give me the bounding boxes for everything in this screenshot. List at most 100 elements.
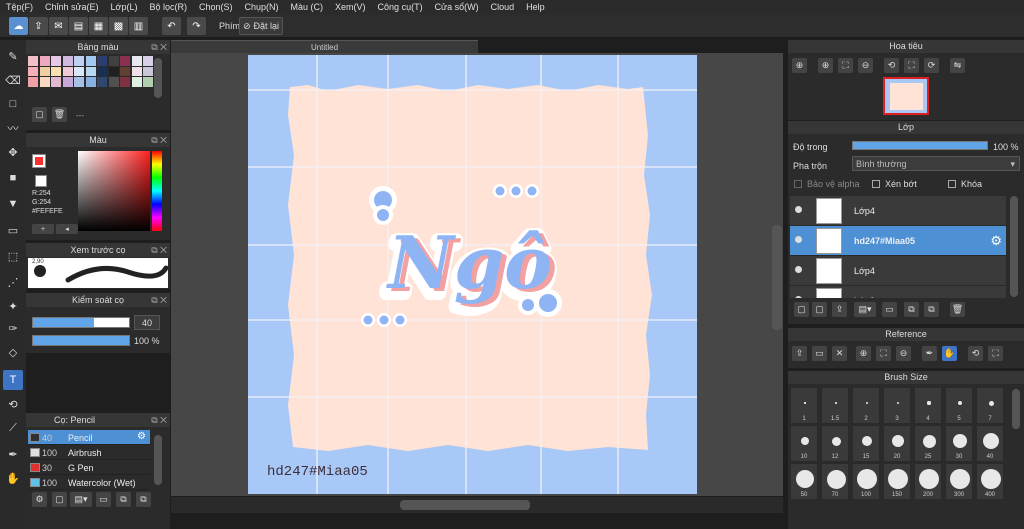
palette-swatch[interactable] — [143, 56, 153, 66]
saturation-picker[interactable] — [78, 151, 150, 231]
palette-swatch[interactable] — [143, 66, 153, 76]
new-layer-icon[interactable]: ▢ — [794, 302, 809, 317]
window-close-icon[interactable]: ⧉ ✕ — [151, 413, 167, 427]
palette-swatch[interactable] — [28, 66, 38, 76]
export-icon[interactable]: ⇪ — [29, 17, 48, 35]
comment-icon[interactable]: ▤ — [69, 17, 88, 35]
palette-swatch[interactable] — [62, 56, 73, 66]
brush-size-cell[interactable]: 2 — [852, 387, 880, 424]
palette-swatch[interactable] — [108, 77, 119, 87]
delete-palette-icon[interactable]: 🗑 — [52, 107, 67, 122]
select-pen-icon[interactable]: ⋰ — [3, 272, 23, 292]
reference-close-icon[interactable]: ✕ — [832, 346, 847, 361]
eye-icon[interactable] — [795, 266, 802, 273]
reference-open-icon[interactable]: ▭ — [812, 346, 827, 361]
gear-icon[interactable]: ⚙ — [990, 233, 1002, 249]
hue-slider[interactable] — [152, 151, 162, 231]
palette-swatch[interactable] — [85, 66, 96, 76]
brush-size-cell[interactable]: 20 — [883, 425, 911, 462]
palette-swatch[interactable] — [28, 77, 38, 87]
move-tool-icon[interactable]: ✥ — [3, 142, 23, 162]
brush-list-item[interactable]: 100 Airbrush — [28, 445, 150, 460]
zoom-fit-icon[interactable]: ⊕ — [792, 58, 807, 73]
layer-row[interactable]: Lớp4 — [790, 196, 1006, 226]
brush-size-scrollbar[interactable] — [1012, 389, 1020, 429]
window-close-icon[interactable]: ⧉ ✕ — [151, 293, 167, 307]
menu-item[interactable]: Help — [520, 2, 551, 12]
copy-icon[interactable]: ⧉ — [136, 492, 151, 507]
brush-size-cell[interactable]: 25 — [914, 425, 942, 462]
brush-list-scrollbar[interactable] — [154, 435, 162, 485]
menu-item[interactable]: Cloud — [485, 2, 521, 12]
magic-wand-icon[interactable]: ✦ — [3, 296, 23, 316]
palette-swatch[interactable] — [120, 66, 130, 76]
reference-eyedropper-icon[interactable]: ✒ — [922, 346, 937, 361]
brush-list-item[interactable]: 40 Pencil ⚙ — [28, 430, 150, 445]
palette-swatch[interactable] — [62, 66, 73, 76]
reference-zoom-out-icon[interactable]: ⊖ — [896, 346, 911, 361]
eye-icon[interactable] — [795, 236, 802, 243]
layer-import-icon[interactable]: ⇪ — [832, 302, 847, 317]
menu-item[interactable]: Chỉnh sửa(E) — [39, 2, 105, 12]
menu-item[interactable]: Lớp(L) — [105, 2, 144, 12]
palette-swatch[interactable] — [51, 56, 61, 66]
hand-tool-icon[interactable]: ✋ — [3, 468, 23, 488]
reset-view-icon[interactable]: ⛶ — [904, 58, 919, 73]
palette-swatch[interactable] — [131, 66, 142, 76]
transform-tool-icon[interactable]: ⟲ — [3, 394, 23, 414]
shape-tool-icon[interactable]: ■ — [3, 168, 23, 188]
lock-checkbox[interactable] — [948, 180, 956, 188]
palette-swatch[interactable] — [39, 56, 50, 66]
window-close-icon[interactable]: ⧉ ✕ — [151, 40, 167, 54]
background-color[interactable] — [35, 175, 47, 187]
palette-swatch[interactable] — [97, 66, 107, 76]
brush-size-cell[interactable]: 15 — [852, 425, 880, 462]
brush-size-cell[interactable]: 10 — [790, 425, 818, 462]
brush-size-cell[interactable]: 200 — [914, 463, 942, 500]
brush-size-cell[interactable]: 7 — [976, 387, 1004, 424]
brush-opacity-slider[interactable] — [32, 335, 130, 346]
layers-icon[interactable]: ▥ — [129, 17, 148, 35]
menu-item[interactable]: Bộ lọc(R) — [143, 2, 193, 12]
layer-row[interactable]: hd247#Miaa05 ⚙ — [790, 226, 1006, 256]
menu-item[interactable]: Xem(V) — [329, 2, 372, 12]
select-eraser-icon[interactable]: ◇ — [3, 342, 23, 362]
brush-size-cell[interactable]: 50 — [790, 463, 818, 500]
brush-size-cell[interactable]: 100 — [852, 463, 880, 500]
palette-swatch[interactable] — [120, 56, 130, 66]
palette-swatch[interactable] — [28, 56, 38, 66]
delete-layer-icon[interactable]: 🗑 — [950, 302, 965, 317]
snap-icon[interactable]: ▩ — [109, 17, 128, 35]
text-tool-icon[interactable]: T — [3, 370, 23, 390]
palette-swatch[interactable] — [39, 66, 50, 76]
reset-button[interactable]: ⊘ Đặt lại — [239, 17, 283, 35]
eyedropper-icon[interactable]: ✒ — [3, 444, 23, 464]
eye-icon[interactable] — [795, 296, 802, 298]
palette-swatch[interactable] — [74, 66, 84, 76]
palette-swatch[interactable] — [39, 77, 50, 87]
reference-hand-icon[interactable]: ✋ — [942, 346, 957, 361]
palette-swatch[interactable] — [74, 77, 84, 87]
reference-fit-icon[interactable]: ⛶ — [876, 346, 891, 361]
palette-swatch[interactable] — [74, 56, 84, 66]
layer-menu-icon[interactable]: ▤▾ — [854, 302, 876, 317]
brush-list-item[interactable]: 30 G Pen — [28, 460, 150, 475]
fit-icon[interactable]: ⛶ — [838, 58, 853, 73]
zoom-in-icon[interactable]: ⊕ — [818, 58, 833, 73]
vertical-scrollbar[interactable] — [772, 225, 782, 330]
brush-settings-icon[interactable]: ⚙ — [32, 492, 47, 507]
grid-icon[interactable]: ▦ — [89, 17, 108, 35]
palette-swatch[interactable] — [85, 77, 96, 87]
brush-size-cell[interactable]: 300 — [945, 463, 973, 500]
gradient-tool-icon[interactable]: ▭ — [3, 220, 23, 240]
horizontal-scrollbar[interactable] — [400, 500, 530, 510]
brush-size-cell[interactable]: 150 — [883, 463, 911, 500]
blend-select[interactable]: Bình thường ▾ — [852, 156, 1020, 171]
layer-folder-icon[interactable]: ▭ — [882, 302, 897, 317]
palette-swatch[interactable] — [85, 56, 96, 66]
add-color-icon[interactable]: + — [32, 224, 54, 234]
palette-swatch[interactable] — [143, 77, 153, 87]
menu-item[interactable]: Màu (C) — [285, 2, 330, 12]
menu-item[interactable]: Công cụ(T) — [372, 2, 429, 12]
document-tab[interactable]: Untitled — [171, 40, 478, 53]
